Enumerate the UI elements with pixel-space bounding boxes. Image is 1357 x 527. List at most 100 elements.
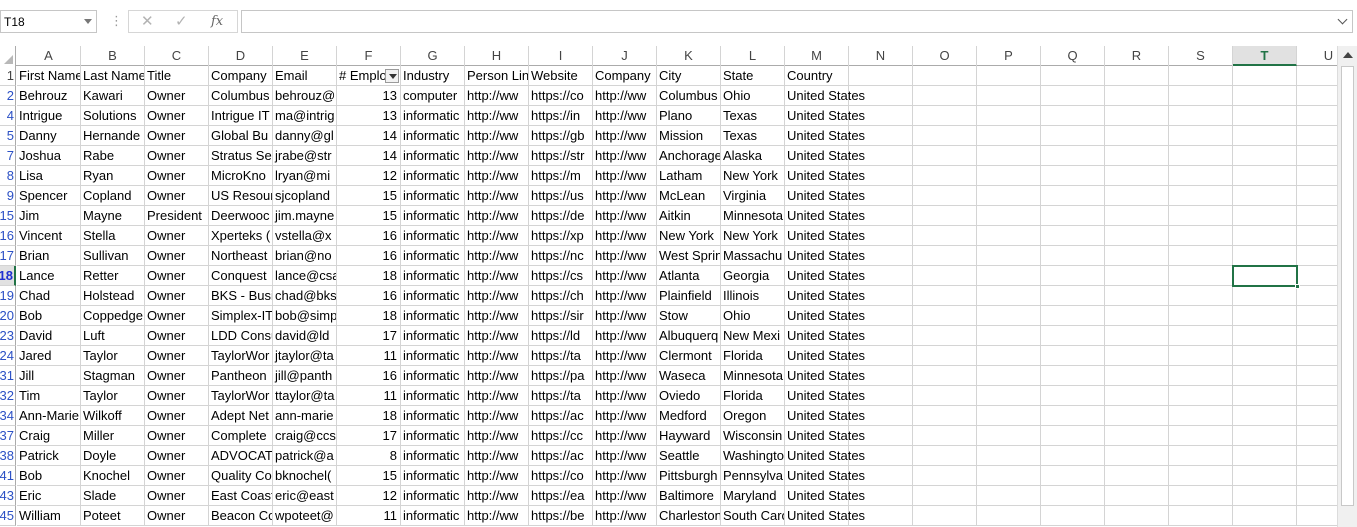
cell[interactable]: Brian (17, 246, 81, 266)
cell[interactable]: 11 (337, 506, 401, 526)
column-header-m[interactable]: M (785, 46, 849, 66)
cell[interactable]: jim.mayne (273, 206, 337, 226)
row-header[interactable]: 31 (0, 366, 16, 386)
cell[interactable]: 13 (337, 106, 401, 126)
cell[interactable]: informatic (401, 426, 465, 446)
cell[interactable] (1233, 486, 1297, 506)
cell[interactable]: Ann-Marie (17, 406, 81, 426)
cell[interactable]: United States (785, 426, 865, 446)
cell[interactable]: Eric (17, 486, 81, 506)
cell[interactable]: Adept Net (209, 406, 273, 426)
cell[interactable] (977, 166, 1041, 186)
cell[interactable]: LDD Consu (209, 326, 273, 346)
cell[interactable] (1169, 346, 1233, 366)
cell[interactable]: Holstead (81, 286, 145, 306)
cell[interactable] (1233, 446, 1297, 466)
cell[interactable] (977, 126, 1041, 146)
cell[interactable]: Joshua (17, 146, 81, 166)
cell[interactable] (1041, 326, 1105, 346)
cell[interactable]: http://ww (593, 346, 657, 366)
cell[interactable] (1041, 246, 1105, 266)
cell[interactable]: United States (785, 106, 865, 126)
cell[interactable]: Oregon (721, 406, 785, 426)
cell[interactable]: # Emplo (337, 66, 401, 86)
cell[interactable]: http://ww (465, 326, 529, 346)
cell[interactable]: bknochel( (273, 466, 337, 486)
cell[interactable] (1041, 486, 1105, 506)
cell[interactable]: brian@no (273, 246, 337, 266)
cell[interactable]: City (657, 66, 721, 86)
cell[interactable]: http://ww (593, 286, 657, 306)
cell[interactable]: Owner (145, 486, 209, 506)
cell[interactable] (1297, 166, 1337, 186)
cell[interactable] (1233, 226, 1297, 246)
cell[interactable]: President (145, 206, 209, 226)
cell[interactable] (977, 106, 1041, 126)
cell[interactable] (1169, 86, 1233, 106)
cell[interactable]: http://ww (593, 246, 657, 266)
cell[interactable]: Hernande (81, 126, 145, 146)
column-header-d[interactable]: D (209, 46, 273, 66)
cell[interactable]: jill@panth (273, 366, 337, 386)
cell[interactable] (1169, 266, 1233, 286)
cell[interactable]: https://ld (529, 326, 593, 346)
cell[interactable]: Wilkoff (81, 406, 145, 426)
cell[interactable]: craig@ccs (273, 426, 337, 446)
cell[interactable]: Albuquerq (657, 326, 721, 346)
column-header-t[interactable]: T (1233, 46, 1297, 66)
cell[interactable]: chad@bks (273, 286, 337, 306)
cell[interactable] (1041, 426, 1105, 446)
cell[interactable]: Owner (145, 166, 209, 186)
cell[interactable] (977, 66, 1041, 86)
cell[interactable]: http://ww (593, 486, 657, 506)
column-header-b[interactable]: B (81, 46, 145, 66)
cell[interactable] (1105, 126, 1169, 146)
row-header[interactable]: 20 (0, 306, 16, 326)
cell[interactable]: http://ww (593, 426, 657, 446)
cell[interactable] (913, 506, 977, 526)
cell[interactable]: United States (785, 486, 865, 506)
cell[interactable]: http://ww (593, 406, 657, 426)
column-header-r[interactable]: R (1105, 46, 1169, 66)
row-header[interactable]: 15 (0, 206, 16, 226)
cell[interactable]: informatic (401, 406, 465, 426)
cell[interactable]: United States (785, 306, 865, 326)
cell[interactable]: http://ww (593, 366, 657, 386)
cell[interactable]: Taylor (81, 346, 145, 366)
cell[interactable]: Owner (145, 346, 209, 366)
column-header-e[interactable]: E (273, 46, 337, 66)
cell[interactable]: informatic (401, 146, 465, 166)
cell[interactable]: http://ww (465, 266, 529, 286)
vertical-scrollbar[interactable] (1337, 46, 1357, 527)
expand-formula-bar-icon[interactable] (1337, 14, 1348, 25)
cell[interactable]: West Sprin (657, 246, 721, 266)
cell[interactable] (1297, 106, 1337, 126)
cell[interactable] (913, 306, 977, 326)
cell[interactable]: http://ww (465, 286, 529, 306)
cell[interactable]: informatic (401, 306, 465, 326)
cell[interactable] (1233, 186, 1297, 206)
cell[interactable]: Beacon Co (209, 506, 273, 526)
cell[interactable]: Minnesota (721, 366, 785, 386)
cell[interactable]: http://ww (593, 226, 657, 246)
cell[interactable]: New York (721, 226, 785, 246)
cell[interactable]: jtaylor@ta (273, 346, 337, 366)
cell[interactable]: Stratus Se (209, 146, 273, 166)
cell[interactable]: Rabe (81, 146, 145, 166)
cell[interactable] (1233, 146, 1297, 166)
cell[interactable]: Ohio (721, 306, 785, 326)
cell[interactable]: Atlanta (657, 266, 721, 286)
cell[interactable] (977, 486, 1041, 506)
cell[interactable]: 16 (337, 286, 401, 306)
cell[interactable]: United States (785, 206, 865, 226)
cell[interactable] (849, 66, 913, 86)
cell[interactable]: Company (593, 66, 657, 86)
cell[interactable] (913, 366, 977, 386)
column-header-c[interactable]: C (145, 46, 209, 66)
cell[interactable]: ann-marie (273, 406, 337, 426)
cell[interactable] (1105, 506, 1169, 526)
cell[interactable]: Owner (145, 246, 209, 266)
cell[interactable] (913, 326, 977, 346)
cell[interactable]: bob@simp (273, 306, 337, 326)
cell[interactable]: http://ww (593, 386, 657, 406)
